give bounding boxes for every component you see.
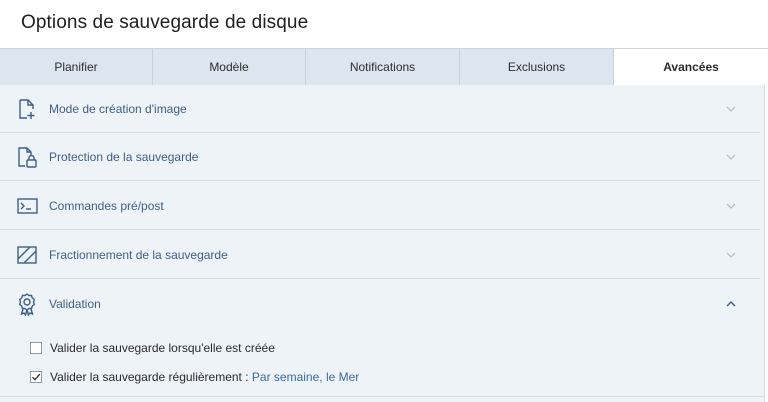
terminal-icon <box>17 198 38 214</box>
chevron-down-icon <box>726 106 736 112</box>
option-label: Valider la sauvegarde lorsqu'elle est cr… <box>50 341 275 355</box>
tab-planifier[interactable]: Planifier <box>0 49 153 85</box>
section-backup-protection[interactable]: Protection de la sauvegarde <box>0 133 760 181</box>
section-label: Protection de la sauvegarde <box>49 150 199 164</box>
section-backup-splitting[interactable]: Fractionnement de la sauvegarde <box>0 231 760 279</box>
section-label: Fractionnement de la sauvegarde <box>49 248 228 262</box>
chevron-down-icon <box>726 252 736 258</box>
option-validate-regularly[interactable]: Valider la sauvegarde régulièrement : Pa… <box>30 370 370 386</box>
section-image-mode[interactable]: Mode de création d'image <box>0 85 760 133</box>
chevron-up-icon <box>726 301 736 307</box>
checkbox-validate-on-create[interactable] <box>30 342 42 354</box>
title-bar: Options de sauvegarde de disque <box>0 0 768 48</box>
option-label: Valider la sauvegarde régulièrement : <box>50 370 249 384</box>
section-pre-post-commands[interactable]: Commandes pré/post <box>0 182 760 230</box>
section-validation[interactable]: Validation <box>0 280 760 328</box>
checkbox-validate-regularly[interactable] <box>30 371 42 383</box>
tab-avancees[interactable]: Avancées <box>614 49 768 85</box>
tab-exclusions[interactable]: Exclusions <box>460 49 614 85</box>
file-add-icon <box>19 99 35 119</box>
section-label: Commandes pré/post <box>49 199 164 213</box>
section-label: Validation <box>49 297 101 311</box>
tab-bar: Planifier Modèle Notifications Exclusion… <box>0 48 768 85</box>
chevron-down-icon <box>726 203 736 209</box>
chevron-down-icon <box>726 154 736 160</box>
checkmark-icon <box>32 373 41 381</box>
award-icon <box>18 293 36 316</box>
tab-notifications[interactable]: Notifications <box>306 49 460 85</box>
section-label: Mode de création d'image <box>49 102 187 116</box>
file-lock-icon <box>18 147 37 168</box>
split-icon <box>17 246 37 264</box>
option-validate-on-create[interactable]: Valider la sauvegarde lorsqu'elle est cr… <box>30 341 290 357</box>
advanced-options-panel: Mode de création d'image Protection de l… <box>0 85 765 402</box>
divider <box>0 396 765 397</box>
window-title: Options de sauvegarde de disque <box>21 12 309 33</box>
tab-modele[interactable]: Modèle <box>153 49 306 85</box>
schedule-link[interactable]: Par semaine, le Mer <box>252 370 359 384</box>
